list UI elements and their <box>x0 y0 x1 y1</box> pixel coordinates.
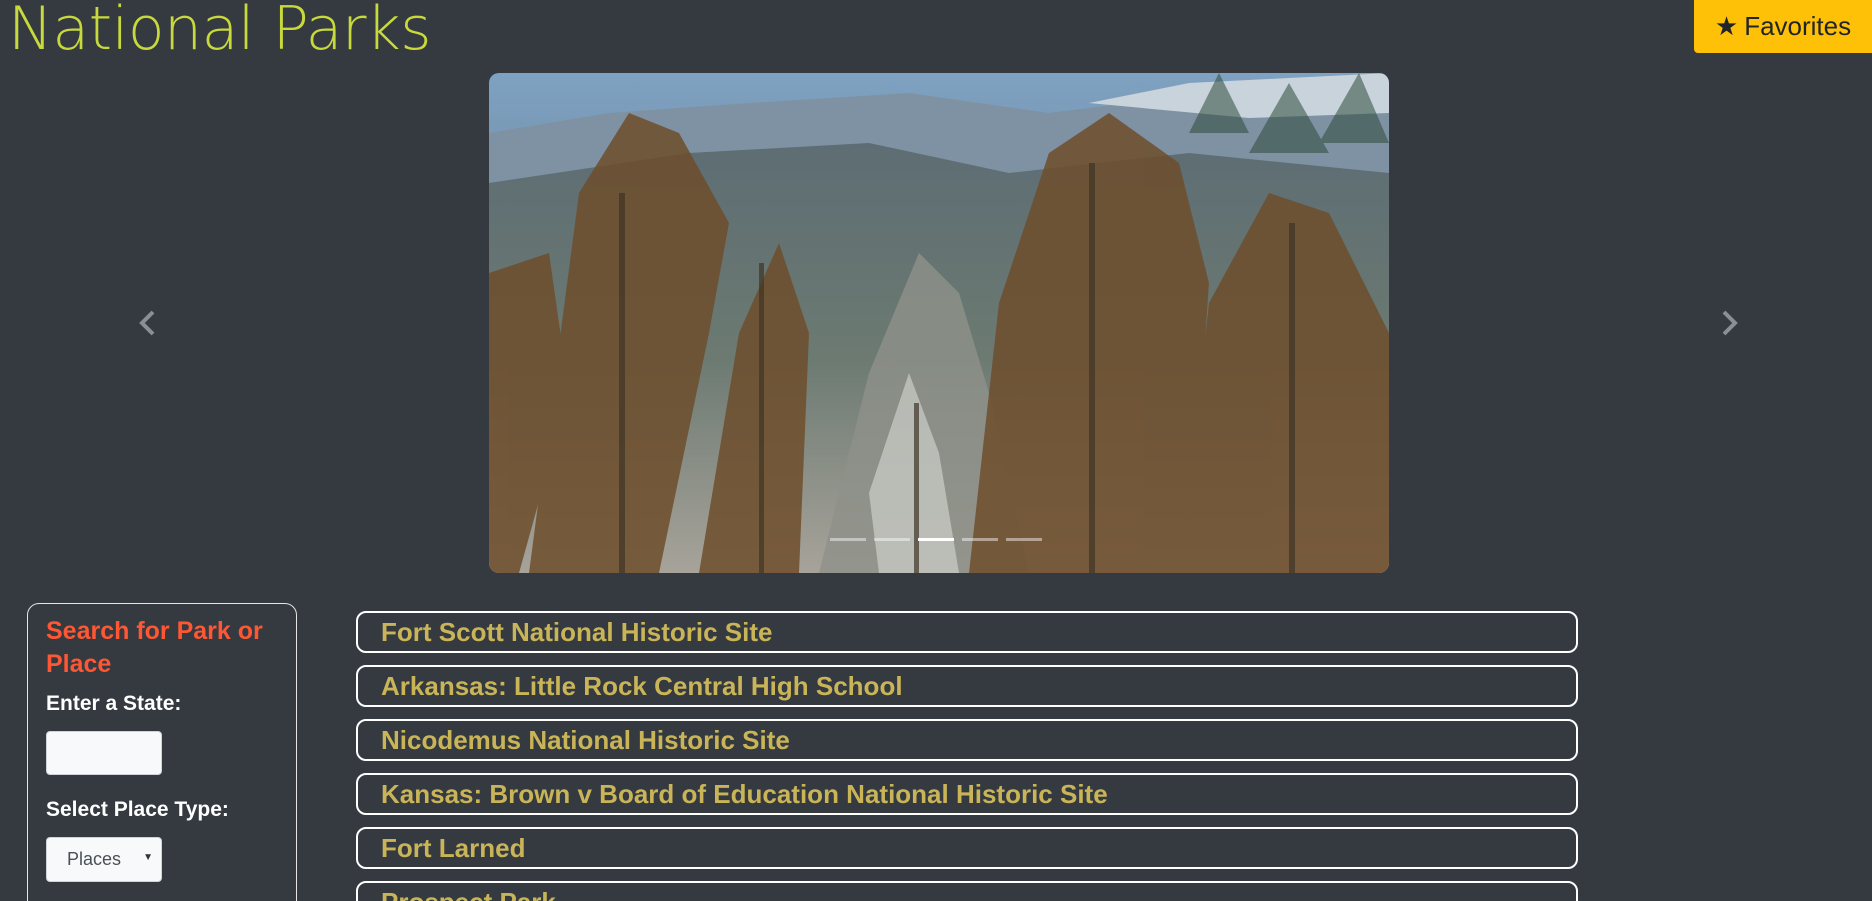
result-item[interactable]: Fort Scott National Historic Site <box>356 611 1578 653</box>
caret-down-icon: ▼ <box>143 852 153 863</box>
carousel-prev-button[interactable] <box>78 73 218 573</box>
carousel-slide-image <box>489 73 1389 573</box>
state-input[interactable] <box>46 731 162 775</box>
place-type-label: Select Place Type: <box>46 798 229 821</box>
search-title: Search for Park or Place <box>46 617 263 678</box>
carousel-indicator[interactable] <box>962 538 998 541</box>
image-carousel <box>0 73 1872 573</box>
favorites-button[interactable]: ★ Favorites <box>1694 0 1872 53</box>
place-type-selected: Places <box>67 849 122 869</box>
result-item[interactable]: Prospect Park <box>356 881 1578 901</box>
site-title: National Parks <box>8 0 432 64</box>
state-label: Enter a State: <box>46 692 182 715</box>
mountain-forest-photo <box>489 73 1389 573</box>
carousel-indicator[interactable] <box>1006 538 1042 541</box>
result-item[interactable]: Arkansas: Little Rock Central High Schoo… <box>356 665 1578 707</box>
carousel-indicator-active[interactable] <box>918 538 954 541</box>
carousel-indicator[interactable] <box>874 538 910 541</box>
place-type-select[interactable]: Places ▼ <box>46 837 162 882</box>
star-icon: ★ <box>1714 11 1739 41</box>
result-item[interactable]: Fort Larned <box>356 827 1578 869</box>
chevron-right-icon <box>1722 310 1738 336</box>
carousel-indicator[interactable] <box>830 538 866 541</box>
carousel-next-button[interactable] <box>1659 73 1799 573</box>
carousel-indicators <box>830 538 1042 541</box>
result-item[interactable]: Kansas: Brown v Board of Education Natio… <box>356 773 1578 815</box>
page: National Parks ★ Favorites Search for Pa… <box>0 0 1872 901</box>
search-panel: Search for Park or Place Enter a State: … <box>27 603 297 901</box>
results-list: Fort Scott National Historic Site Arkans… <box>356 611 1578 901</box>
favorites-label: Favorites <box>1744 11 1852 41</box>
chevron-left-icon <box>139 310 155 336</box>
result-item[interactable]: Nicodemus National Historic Site <box>356 719 1578 761</box>
